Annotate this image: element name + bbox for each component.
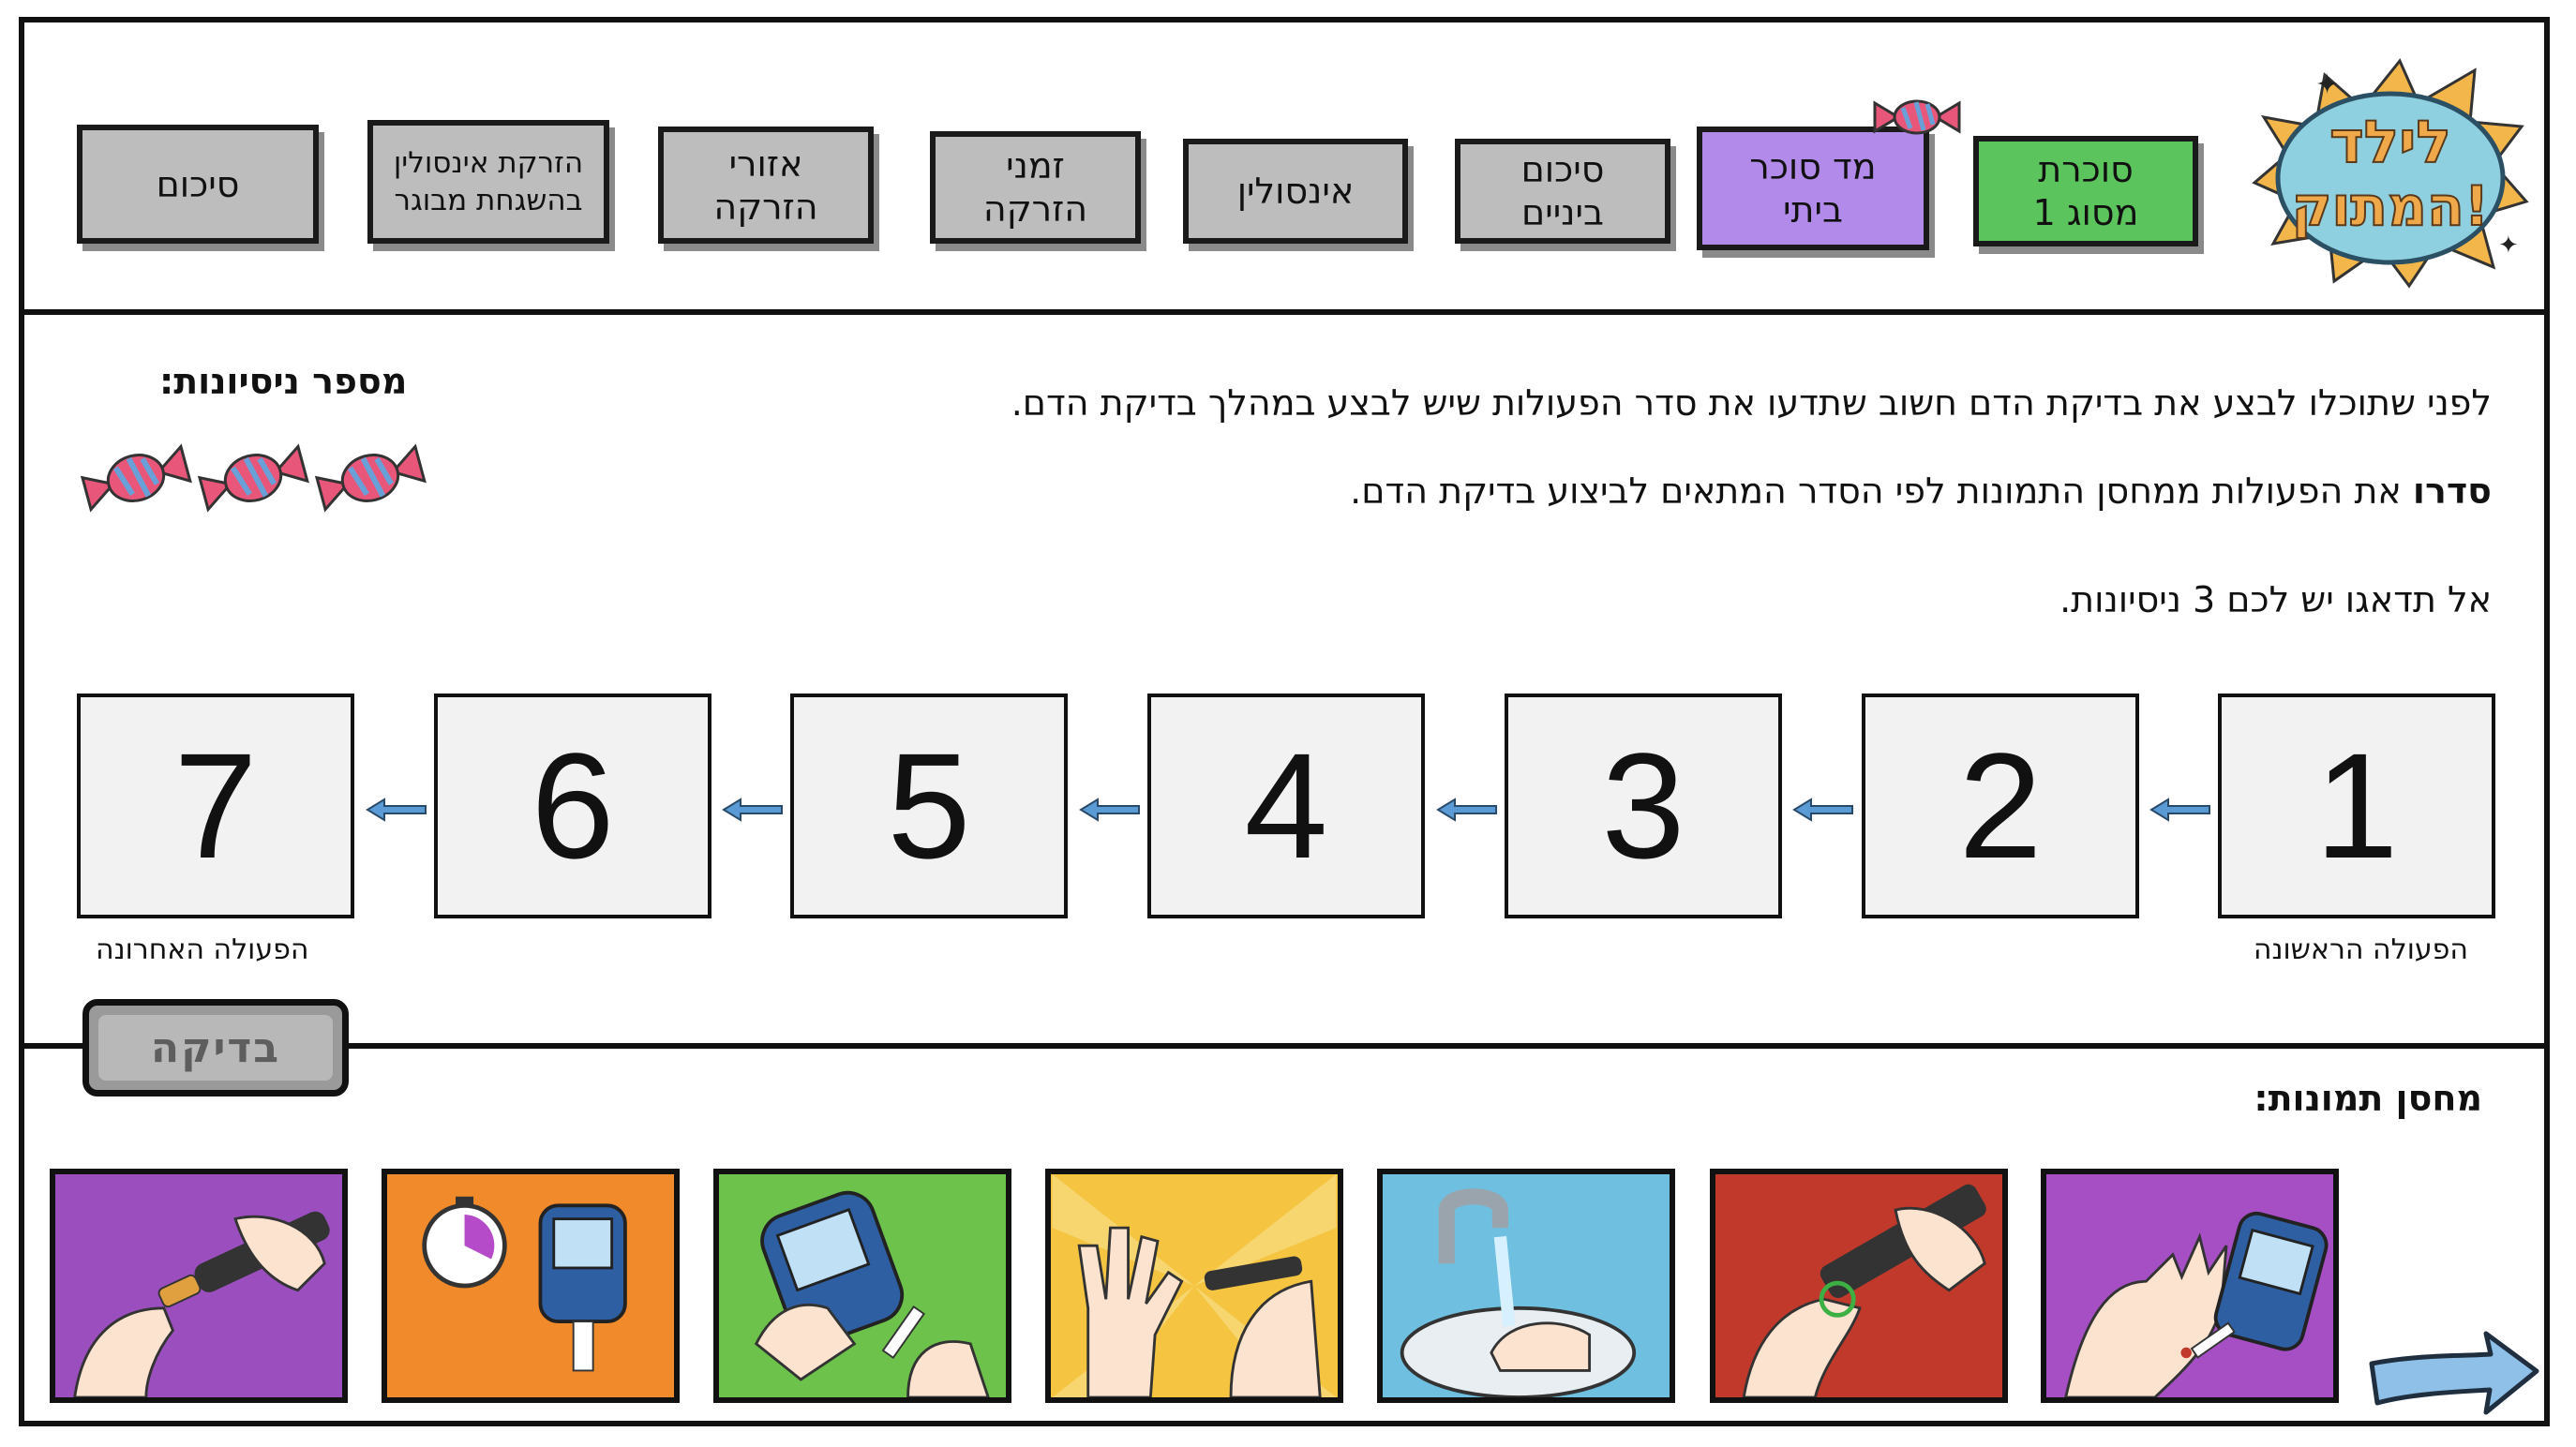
first-action-caption: הפעולה הראשונה: [2253, 933, 2468, 966]
attempts-label: מספר ניסיונות:: [159, 361, 408, 402]
nav-insulin[interactable]: אינסולין: [1183, 139, 1408, 244]
svg-text:✦: ✦: [2498, 231, 2519, 260]
nav-label: הזרקת אינסולין בהשגחת מבוגר: [393, 146, 584, 217]
arrow-left-icon: [366, 798, 427, 822]
candy-icon: [197, 443, 309, 513]
svg-text:✦: ✦: [2315, 68, 2339, 101]
nav-injection-areas[interactable]: אזורי הזרקה: [658, 127, 874, 244]
timer-glucometer-icon: [388, 1174, 673, 1397]
blood-sample-icon: [2047, 1174, 2332, 1397]
attempts-candies: [80, 443, 427, 513]
sequence-slot-7[interactable]: 7: [77, 694, 354, 918]
instruction-emphasis: סדרו: [2412, 470, 2492, 512]
arrow-left-icon: [1079, 798, 1140, 822]
nav-label: זמני הזרקה: [982, 145, 1088, 230]
instruction-line-3: אל תדאגו יש לכם 3 ניסיונות.: [2059, 579, 2492, 620]
check-button[interactable]: בדיקה: [82, 999, 349, 1096]
wash-hands-icon: [1384, 1174, 1669, 1397]
logo-line2: המתוק!: [2292, 174, 2490, 238]
nav-injection-times[interactable]: זמני הזרקה: [930, 131, 1141, 244]
arrow-left-icon: [1436, 798, 1497, 822]
gallery-tile-blood-sample[interactable]: [2041, 1169, 2339, 1403]
gallery-tile-insert-strip[interactable]: [713, 1169, 1011, 1403]
candy-icon: [1873, 99, 1961, 135]
header-divider: [19, 309, 2550, 315]
arrow-left-icon: [2149, 798, 2210, 822]
nav-summary[interactable]: סיכום: [77, 125, 319, 244]
sequence-slot-5[interactable]: 5: [790, 694, 1068, 918]
sequence-slot-6[interactable]: 6: [434, 694, 711, 918]
sequence-slot-4[interactable]: 4: [1147, 694, 1425, 918]
candy-icon: [314, 443, 427, 513]
nav-diabetes-type1[interactable]: סוכרת מסוג 1: [1973, 136, 2198, 246]
gallery-label: מחסן תמונות:: [2254, 1078, 2482, 1119]
hands-lancet-icon: [1052, 1174, 1337, 1397]
nav-label: אזורי הזרקה: [713, 142, 818, 228]
arrow-left-icon: [1792, 798, 1853, 822]
sequence-slot-2[interactable]: 2: [1862, 694, 2139, 918]
nav-label: סיכום ביניים: [1520, 149, 1605, 233]
lancet-depth-icon: [1716, 1174, 2001, 1397]
next-arrow-icon[interactable]: [2364, 1326, 2542, 1420]
instruction-line-2: סדרו את הפעולות ממחסן התמונות לפי הסדר ה…: [1350, 470, 2492, 512]
gallery-tile-timer-glucometer[interactable]: [382, 1169, 680, 1403]
gallery-tile-hands-lancet[interactable]: [1045, 1169, 1343, 1403]
check-button-label: בדיקה: [98, 1015, 333, 1081]
logo[interactable]: לילד המתוק! ✦ ✦: [2250, 52, 2531, 291]
nav-label: אינסולין: [1236, 171, 1355, 212]
logo-line1: לילד: [2329, 108, 2451, 176]
sequence-slot-3[interactable]: 3: [1505, 694, 1782, 918]
gallery-divider: [19, 1043, 2550, 1049]
last-action-caption: הפעולה האחרונה: [96, 933, 309, 966]
nav-interim-summary[interactable]: סיכום ביניים: [1455, 139, 1670, 244]
gallery-tile-lancet-depth[interactable]: [1710, 1169, 2008, 1403]
instruction-text: את הפעולות ממחסן התמונות לפי הסדר המתאים…: [1350, 470, 2413, 512]
gallery-tile-wash-hands[interactable]: [1377, 1169, 1675, 1403]
gallery-tile-lancet-cap[interactable]: [50, 1169, 348, 1403]
nav-adult-supervised-injection[interactable]: הזרקת אינסולין בהשגחת מבוגר: [367, 120, 609, 244]
arrow-left-icon: [722, 798, 783, 822]
sequence-slot-1[interactable]: 1: [2218, 694, 2495, 918]
nav-label: מד סוכר ביתי: [1749, 146, 1877, 231]
nav-label: סיכום: [156, 163, 240, 205]
insert-strip-icon: [720, 1174, 1005, 1397]
candy-icon: [80, 443, 192, 513]
instruction-line-1: לפני שתוכלו לבצע את בדיקת הדם חשוב שתדעו…: [1011, 382, 2492, 424]
lancet-cap-icon: [56, 1174, 341, 1397]
nav-label: סוכרת מסוג 1: [2032, 149, 2139, 233]
